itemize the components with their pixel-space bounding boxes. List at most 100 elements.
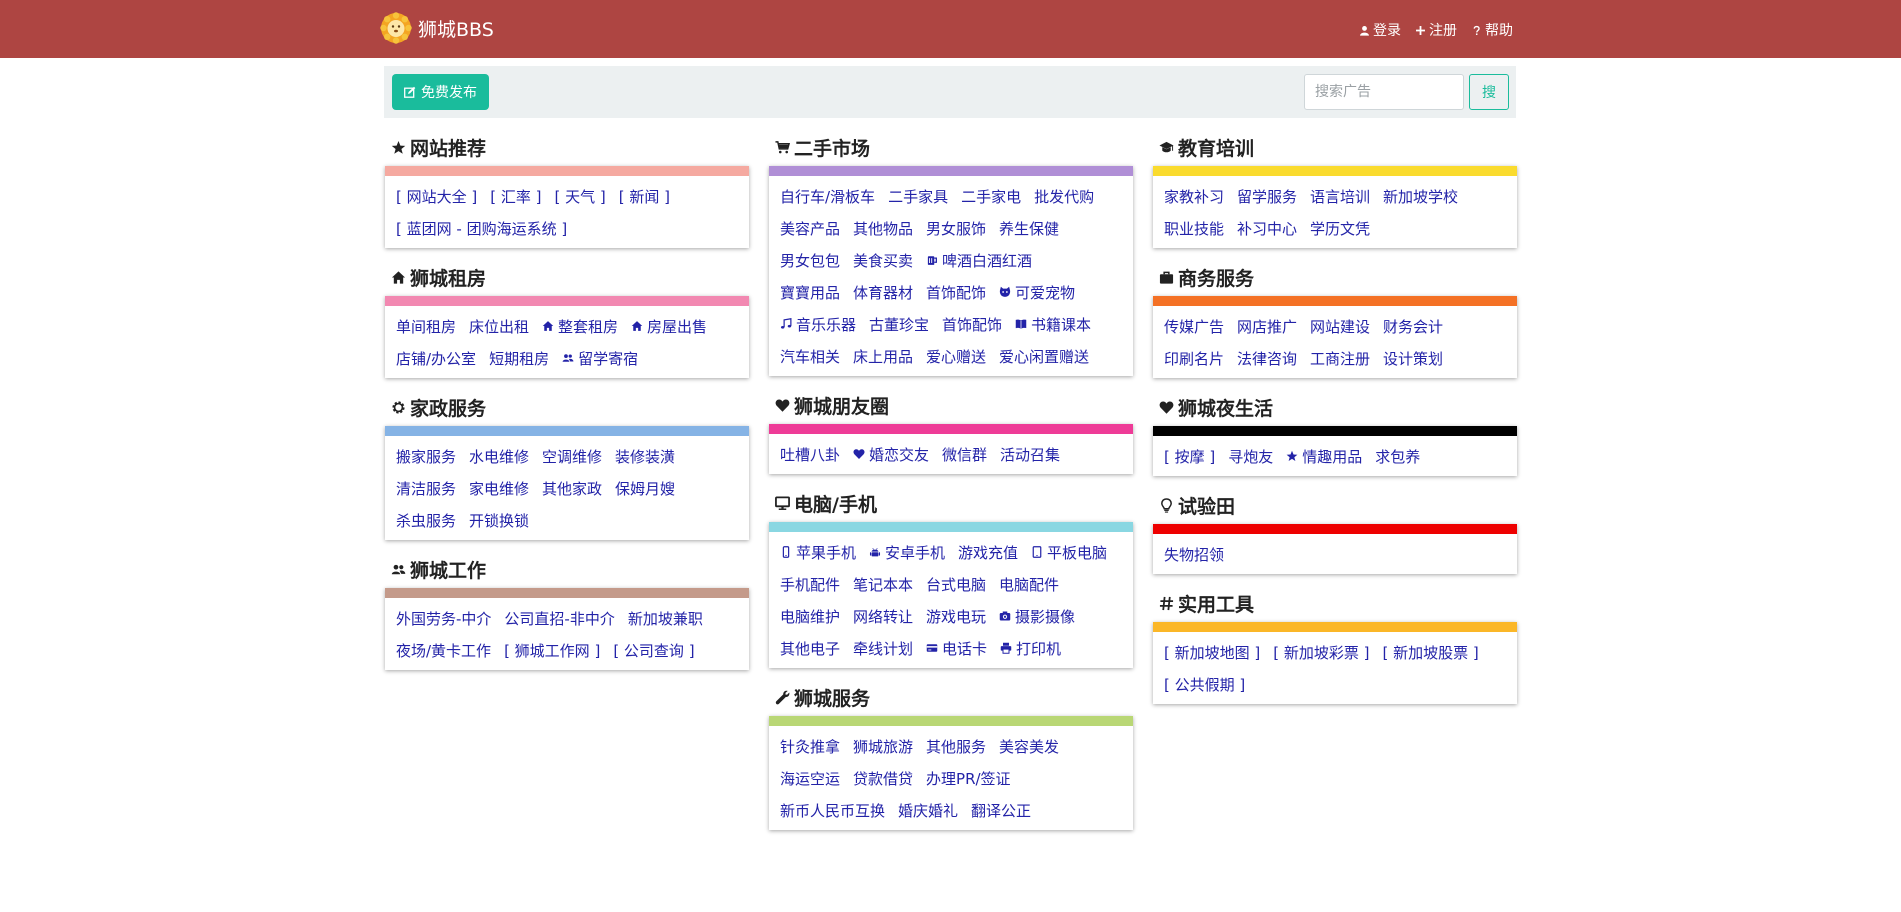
category-link[interactable]: 男女服饰 [926, 218, 986, 239]
category-link[interactable]: 手机配件 [780, 574, 840, 595]
category-heading[interactable]: 教育培训 [1153, 128, 1517, 166]
category-link[interactable]: 法律咨询 [1237, 348, 1297, 369]
category-link[interactable]: 牵线计划 [853, 638, 913, 659]
category-link[interactable]: 新加坡兼职 [628, 608, 703, 629]
category-link[interactable]: 苹果手机 [780, 542, 856, 563]
category-link[interactable]: 美容美发 [999, 736, 1059, 757]
category-link[interactable]: 印刷名片 [1164, 348, 1224, 369]
free-post-button[interactable]: 免费发布 [392, 74, 489, 110]
search-button[interactable]: 搜 [1469, 74, 1509, 110]
category-link[interactable]: 汽车相关 [780, 346, 840, 367]
category-link[interactable]: 新加坡学校 [1383, 186, 1458, 207]
category-link[interactable]: 爱心闲置赠送 [999, 346, 1089, 367]
category-link[interactable]: 求包养 [1375, 446, 1420, 467]
category-link[interactable]: 网络转让 [853, 606, 913, 627]
category-link[interactable]: [ 汇率 ] [490, 186, 541, 207]
category-link[interactable]: 批发代购 [1034, 186, 1094, 207]
category-link[interactable]: [ 公司查询 ] [613, 640, 694, 661]
brand[interactable]: 狮城BBS [380, 12, 494, 44]
category-link[interactable]: 其他物品 [853, 218, 913, 239]
category-link[interactable]: [ 天气 ] [555, 186, 606, 207]
category-link[interactable]: 可爱宠物 [999, 282, 1075, 303]
category-link[interactable]: 平板电脑 [1031, 542, 1107, 563]
category-link[interactable]: 公司直招-非中介 [504, 608, 614, 629]
category-link[interactable]: 留学寄宿 [562, 348, 638, 369]
category-link[interactable]: 夜场/黄卡工作 [396, 640, 491, 661]
category-link[interactable]: 婚恋交友 [853, 444, 929, 465]
category-link[interactable]: 台式电脑 [926, 574, 986, 595]
category-heading[interactable]: 二手市场 [769, 128, 1133, 166]
category-link[interactable]: [ 狮城工作网 ] [504, 640, 600, 661]
category-link[interactable]: 翻译公正 [971, 800, 1031, 821]
category-link[interactable]: 音乐乐器 [780, 314, 856, 335]
category-link[interactable]: 床上用品 [853, 346, 913, 367]
category-link[interactable]: 二手家具 [888, 186, 948, 207]
category-link[interactable]: 男女包包 [780, 250, 840, 271]
category-link[interactable]: 保姆月嫂 [615, 478, 675, 499]
category-heading[interactable]: 狮城租房 [385, 258, 749, 296]
category-link[interactable]: 清洁服务 [396, 478, 456, 499]
category-link[interactable]: 水电维修 [469, 446, 529, 467]
category-link[interactable]: 电脑维护 [780, 606, 840, 627]
category-link[interactable]: 婚庆婚礼 [898, 800, 958, 821]
category-heading[interactable]: 试验田 [1153, 486, 1517, 524]
category-link[interactable]: 设计策划 [1383, 348, 1443, 369]
category-link[interactable]: 其他家政 [542, 478, 602, 499]
category-heading[interactable]: 狮城服务 [769, 678, 1133, 716]
category-link[interactable]: 补习中心 [1237, 218, 1297, 239]
category-link[interactable]: 其他电子 [780, 638, 840, 659]
category-link[interactable]: 装修装潢 [615, 446, 675, 467]
category-link[interactable]: 家教补习 [1164, 186, 1224, 207]
category-heading[interactable]: 家政服务 [385, 388, 749, 426]
category-heading[interactable]: 狮城夜生活 [1153, 388, 1517, 426]
category-link[interactable]: 自行车/滑板车 [780, 186, 875, 207]
nav-register[interactable]: 注册 [1415, 20, 1457, 40]
category-link[interactable]: 搬家服务 [396, 446, 456, 467]
category-link[interactable]: 安卓手机 [869, 542, 945, 563]
category-link[interactable]: 失物招领 [1164, 544, 1224, 565]
category-link[interactable]: 房屋出售 [631, 316, 707, 337]
category-link[interactable]: 整套租房 [542, 316, 618, 337]
category-heading[interactable]: 狮城工作 [385, 550, 749, 588]
category-link[interactable]: 办理PR/签证 [926, 768, 1011, 789]
category-link[interactable]: 游戏充值 [958, 542, 1018, 563]
nav-help[interactable]: 帮助 [1471, 20, 1513, 40]
category-link[interactable]: 贷款借贷 [853, 768, 913, 789]
category-link[interactable]: 新币人民币互换 [780, 800, 885, 821]
category-link[interactable]: 家电维修 [469, 478, 529, 499]
category-link[interactable]: 店铺/办公室 [396, 348, 476, 369]
category-link[interactable]: 摄影摄像 [999, 606, 1075, 627]
category-link[interactable]: 网站建设 [1310, 316, 1370, 337]
category-link[interactable]: 语言培训 [1310, 186, 1370, 207]
category-link[interactable]: [ 公共假期 ] [1164, 674, 1245, 695]
category-heading[interactable]: 实用工具 [1153, 584, 1517, 622]
category-link[interactable]: 留学服务 [1237, 186, 1297, 207]
category-link[interactable]: 养生保健 [999, 218, 1059, 239]
category-link[interactable]: 空调维修 [542, 446, 602, 467]
category-link[interactable]: 传媒广告 [1164, 316, 1224, 337]
category-link[interactable]: 单间租房 [396, 316, 456, 337]
category-link[interactable]: 吐槽八卦 [780, 444, 840, 465]
category-link[interactable]: 短期租房 [489, 348, 549, 369]
category-heading[interactable]: 网站推荐 [385, 128, 749, 166]
category-link[interactable]: 财务会计 [1383, 316, 1443, 337]
category-link[interactable]: [ 按摩 ] [1164, 446, 1215, 467]
category-link[interactable]: 游戏电玩 [926, 606, 986, 627]
category-link[interactable]: 爱心赠送 [926, 346, 986, 367]
category-link[interactable]: 电话卡 [926, 638, 987, 659]
category-link[interactable]: 活动召集 [1000, 444, 1060, 465]
category-link[interactable]: 学历文凭 [1310, 218, 1370, 239]
category-link[interactable]: [ 新闻 ] [619, 186, 670, 207]
category-link[interactable]: 寻炮友 [1228, 446, 1273, 467]
category-link[interactable]: 网店推广 [1237, 316, 1297, 337]
category-link[interactable]: [ 新加坡股票 ] [1383, 642, 1479, 663]
category-link[interactable]: 其他服务 [926, 736, 986, 757]
category-link[interactable]: 首饰配饰 [942, 314, 1002, 335]
category-link[interactable]: 打印机 [1000, 638, 1061, 659]
category-link[interactable]: [ 蓝团网 - 团购海运系统 ] [396, 218, 567, 239]
nav-login[interactable]: 登录 [1359, 20, 1401, 40]
category-heading[interactable]: 商务服务 [1153, 258, 1517, 296]
category-link[interactable]: 海运空运 [780, 768, 840, 789]
category-link[interactable]: 床位出租 [469, 316, 529, 337]
category-link[interactable]: 美食买卖 [853, 250, 913, 271]
